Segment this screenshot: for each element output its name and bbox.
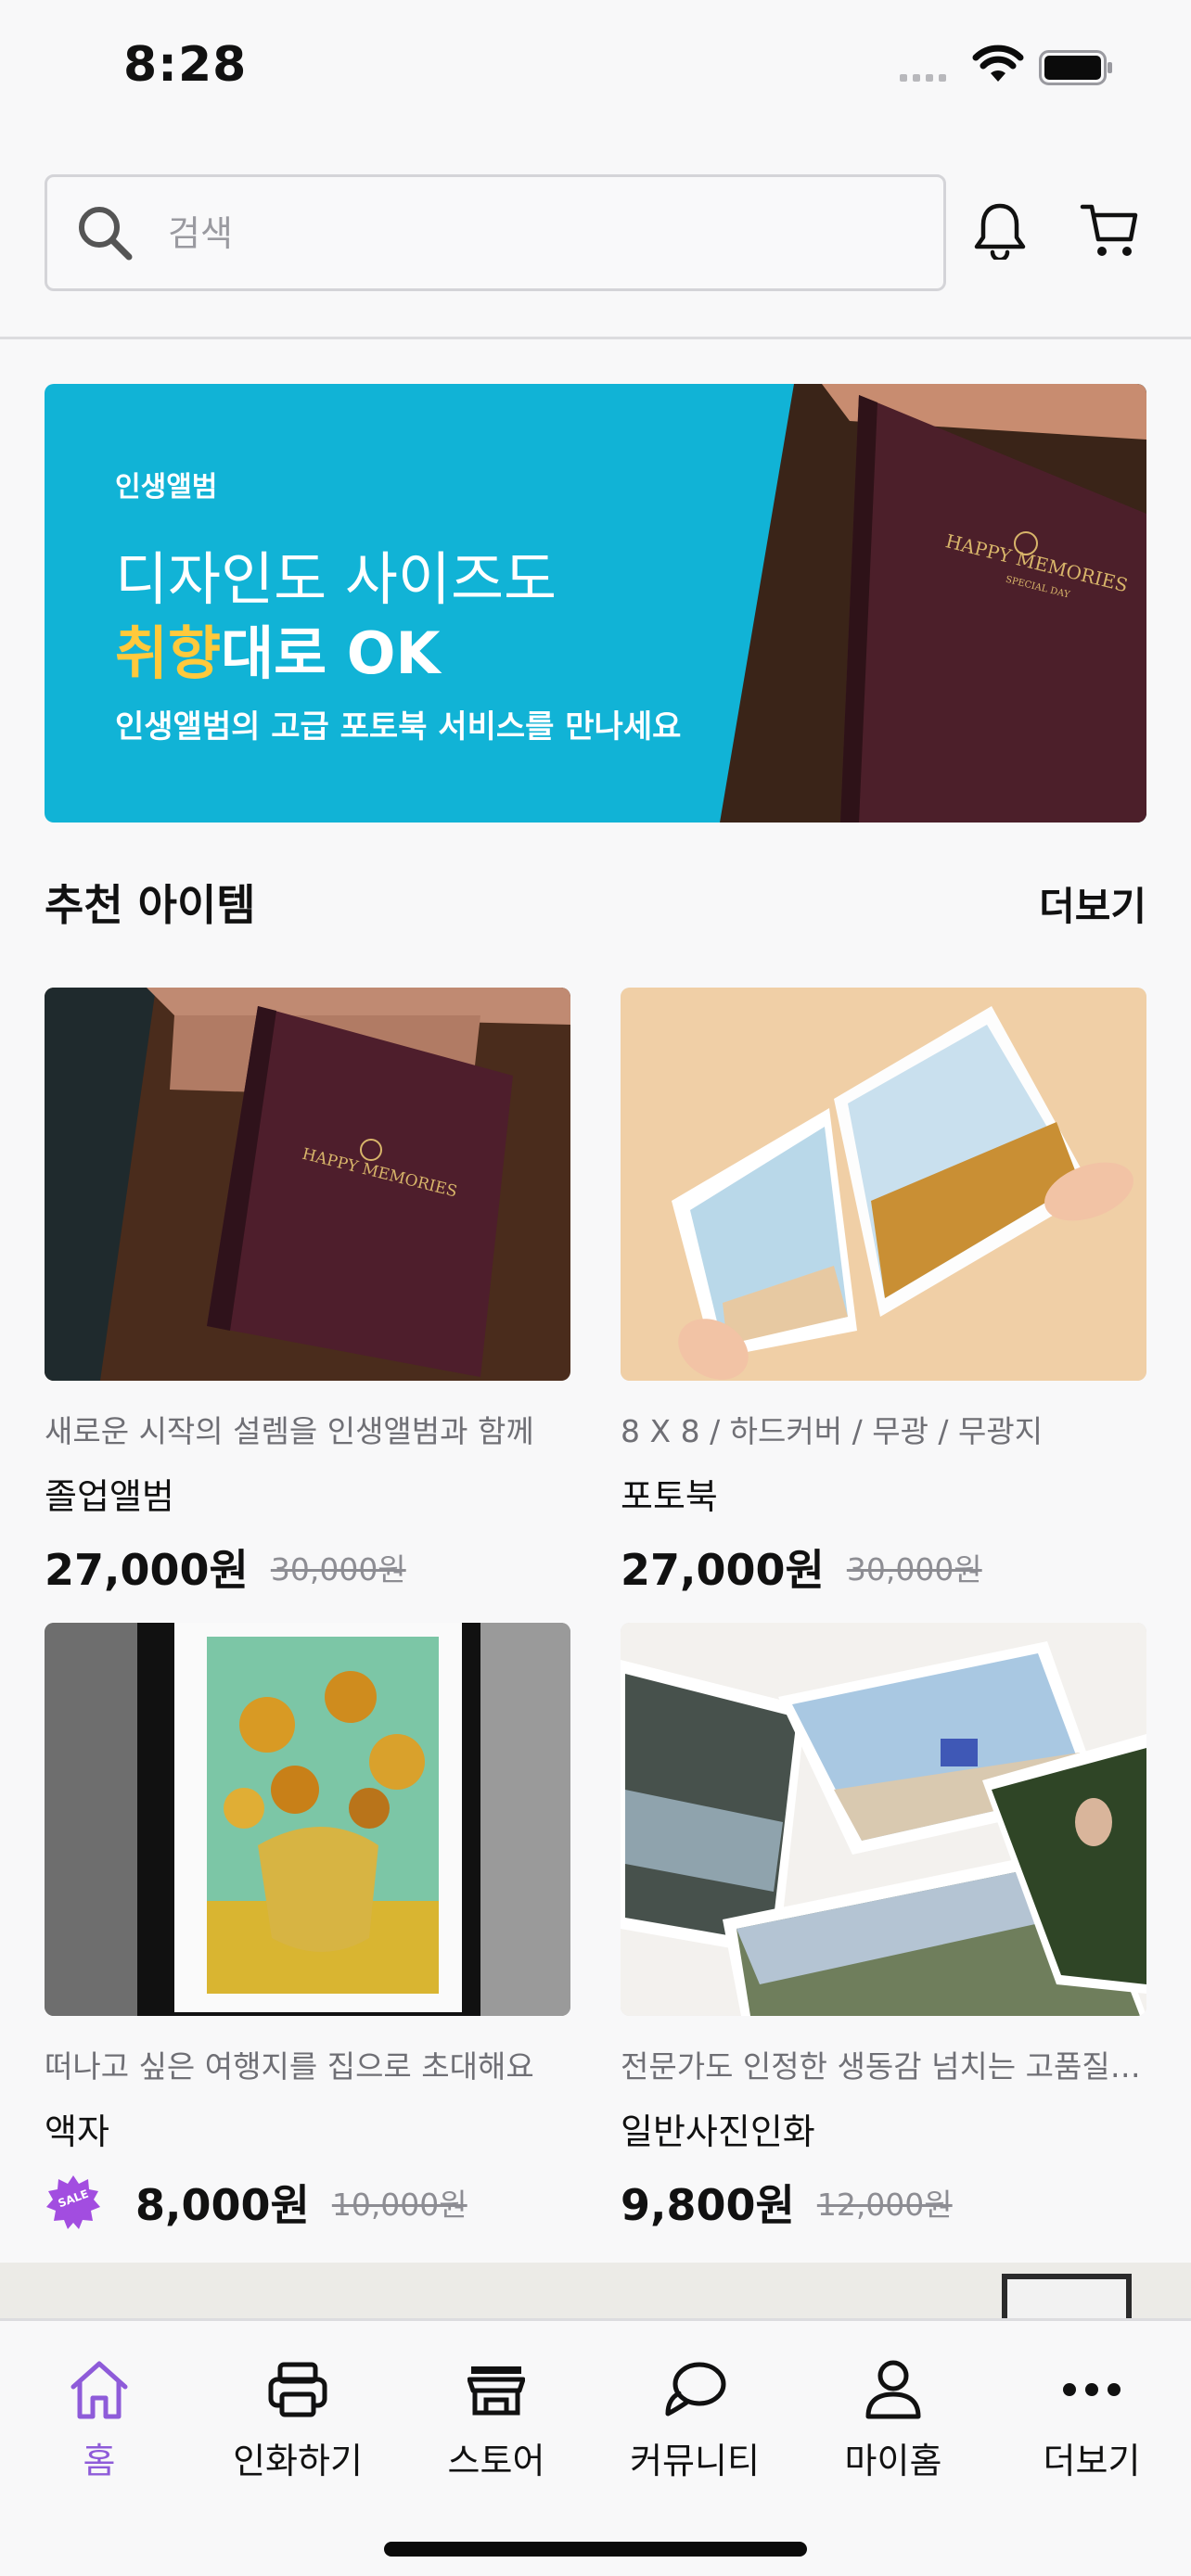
sale-badge: SALE bbox=[45, 2174, 102, 2231]
tab-label: 마이홈 bbox=[844, 2441, 942, 2481]
product-card-photobook[interactable]: 8 X 8 / 하드커버 / 무광 / 무광지 포토북 27,000원 30,0… bbox=[621, 988, 1146, 1595]
app-screen: 8:28 검색 인생앨범 디자인도 사이즈도 취향대로 OK 인생앨범의 고급 … bbox=[0, 0, 1191, 2576]
product-description: 새로운 시작의 설렘을 인생앨범과 함께 bbox=[45, 1413, 534, 1449]
home-icon bbox=[70, 2361, 128, 2419]
sale-price: 8,000원 bbox=[135, 2180, 310, 2230]
product-card-frame[interactable]: 떠나고 싶은 여행지를 집으로 초대해요 액자 SALE 8,000원 10,0… bbox=[45, 1623, 570, 2230]
chat-bubbles-icon bbox=[665, 2362, 726, 2417]
wifi-icon bbox=[972, 45, 1024, 82]
banner-subtitle: 인생앨범의 고급 포토북 서비스를 만나세요 bbox=[115, 708, 682, 746]
printer-icon bbox=[268, 2362, 327, 2417]
section-title: 추천 아이템 bbox=[45, 880, 256, 930]
product-name: 졸업앨범 bbox=[45, 1476, 174, 1517]
product-name: 일반사진인화 bbox=[621, 2111, 815, 2152]
sale-price: 27,000원 bbox=[45, 1545, 249, 1595]
cart-icon[interactable] bbox=[1080, 202, 1139, 260]
tab-store[interactable]: 스토어 bbox=[397, 2354, 596, 2483]
tab-myhome[interactable]: 마이홈 bbox=[794, 2354, 992, 2483]
status-bar: 8:28 bbox=[0, 0, 1191, 139]
banner-headline-rest: 대로 OK bbox=[221, 619, 441, 687]
tab-label: 더보기 bbox=[1043, 2441, 1141, 2481]
tab-label: 스토어 bbox=[447, 2441, 545, 2481]
see-more-link[interactable]: 더보기 bbox=[1039, 875, 1146, 932]
product-image bbox=[621, 1623, 1146, 2016]
original-price: 30,000원 bbox=[270, 1551, 406, 1588]
search-header bbox=[0, 139, 1191, 339]
price-row: 27,000원 30,000원 bbox=[621, 1539, 1146, 1595]
product-card-photo-print[interactable]: 전문가도 인정한 생동감 넘치는 고품질 인화 일반사진인화 9,800원 12… bbox=[621, 1623, 1146, 2230]
product-image: HAPPY MEMORIES bbox=[45, 988, 570, 1381]
banner-album-image: HAPPY MEMORIES SPECIAL DAY bbox=[720, 384, 1146, 823]
product-card-graduation-album[interactable]: HAPPY MEMORIES 새로운 시작의 설렘을 인생앨범과 함께 졸업앨범… bbox=[45, 988, 570, 1595]
product-description: 떠나고 싶은 여행지를 집으로 초대해요 bbox=[45, 2048, 534, 2085]
tab-label: 인화하기 bbox=[233, 2441, 363, 2481]
tab-more[interactable]: 더보기 bbox=[992, 2354, 1191, 2483]
more-dots-icon bbox=[1063, 2383, 1121, 2396]
tab-label: 홈 bbox=[83, 2441, 116, 2481]
price-row: SALE 8,000원 10,000원 bbox=[45, 2174, 570, 2230]
banner-highlight: 취향 bbox=[115, 619, 222, 687]
promo-banner[interactable]: 인생앨범 디자인도 사이즈도 취향대로 OK 인생앨범의 고급 포토북 서비스를… bbox=[45, 384, 1146, 823]
sale-price: 27,000원 bbox=[621, 1545, 825, 1595]
tab-community[interactable]: 커뮤니티 bbox=[596, 2354, 794, 2483]
bottom-tab-bar: 홈 인화하기 스토어 커뮤니티 마이홈 더보기 bbox=[0, 2318, 1191, 2576]
search-input[interactable] bbox=[168, 203, 910, 264]
original-price: 30,000원 bbox=[846, 1551, 982, 1588]
cellular-signal-icon bbox=[900, 74, 946, 82]
product-name: 액자 bbox=[45, 2111, 109, 2152]
original-price: 12,000원 bbox=[816, 2187, 953, 2223]
tab-label: 커뮤니티 bbox=[630, 2441, 760, 2481]
product-name: 포토북 bbox=[621, 1476, 718, 1517]
search-icon bbox=[79, 207, 133, 261]
sale-price: 9,800원 bbox=[621, 2180, 795, 2230]
banner-headline-line1: 디자인도 사이즈도 bbox=[115, 545, 557, 613]
tab-print[interactable]: 인화하기 bbox=[198, 2354, 397, 2483]
store-icon bbox=[467, 2366, 525, 2416]
status-time: 8:28 bbox=[123, 37, 248, 93]
next-section-preview bbox=[0, 2263, 1191, 2320]
banner-eyebrow: 인생앨범 bbox=[115, 471, 218, 504]
bell-icon[interactable] bbox=[972, 200, 1028, 260]
product-description: 8 X 8 / 하드커버 / 무광 / 무광지 bbox=[621, 1413, 1044, 1449]
user-icon bbox=[865, 2360, 921, 2419]
home-indicator[interactable] bbox=[384, 2542, 807, 2557]
banner-headline-line2: 취향대로 OK bbox=[115, 606, 441, 690]
product-description: 전문가도 인정한 생동감 넘치는 고품질 인화 bbox=[621, 2048, 1146, 2085]
original-price: 10,000원 bbox=[331, 2187, 467, 2223]
price-row: 27,000원 30,000원 bbox=[45, 1539, 570, 1595]
search-box[interactable] bbox=[45, 174, 946, 291]
price-row: 9,800원 12,000원 bbox=[621, 2174, 1146, 2230]
frame-thumbnail bbox=[1002, 2274, 1132, 2320]
product-image bbox=[45, 1623, 570, 2016]
battery-icon bbox=[1039, 50, 1112, 85]
tab-home[interactable]: 홈 bbox=[0, 2354, 198, 2483]
product-image bbox=[621, 988, 1146, 1381]
